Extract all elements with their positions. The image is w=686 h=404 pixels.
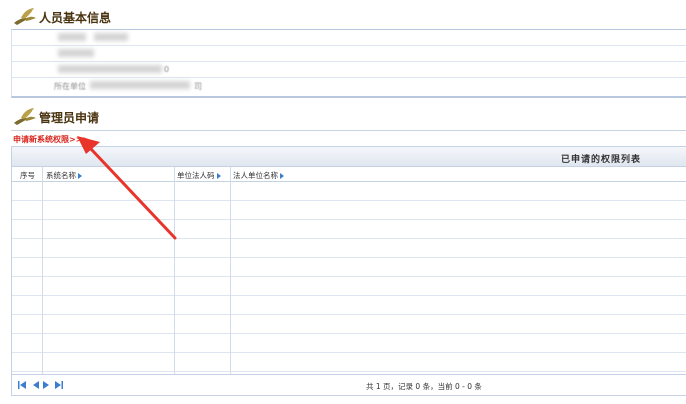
table-row (12, 353, 686, 372)
table-row (12, 296, 686, 315)
table-row (12, 334, 686, 353)
info-row (12, 46, 686, 62)
column-header-system-name[interactable]: 系统名称 (46, 170, 82, 181)
table-row (12, 258, 686, 277)
sort-arrow-icon (280, 173, 284, 179)
prev-page-icon (33, 381, 39, 389)
column-divider (42, 167, 43, 374)
table-pager: 共 1 页，记录 0 条，当前 0 - 0 条 (12, 374, 686, 395)
table-body (12, 182, 686, 372)
column-header-unit-code[interactable]: 单位法人码 (177, 170, 221, 181)
redacted-value (94, 33, 128, 41)
info-row: 0 (12, 62, 686, 78)
sort-arrow-icon (78, 173, 82, 179)
column-divider (174, 167, 175, 374)
column-header-label: 单位法人码 (177, 171, 215, 180)
basic-info-panel: 0 所在单位 司 (11, 29, 686, 98)
redacted-value (58, 65, 162, 73)
table-row (12, 201, 686, 220)
basic-info-header: 人员基本信息 (11, 4, 111, 28)
column-header-unit-name[interactable]: 法人单位名称 (233, 170, 284, 181)
redacted-value (58, 49, 94, 57)
permission-table: 已申请的权限列表 序号 系统名称 单位法人码 法人单位名称 共 1 页，记录 0… (11, 146, 686, 396)
redacted-value (90, 81, 190, 89)
admin-apply-title: 管理员申请 (39, 111, 100, 125)
first-page-button[interactable] (18, 381, 26, 389)
last-page-icon (55, 381, 63, 389)
basic-info-title: 人员基本信息 (39, 11, 112, 25)
last-page-button[interactable] (55, 381, 63, 389)
column-header-label: 法人单位名称 (233, 171, 278, 180)
info-row (12, 30, 686, 46)
info-value-tail: 司 (194, 82, 202, 91)
table-title-bar: 已申请的权限列表 (12, 147, 686, 167)
next-page-button[interactable] (42, 381, 50, 389)
column-header-label: 系统名称 (46, 171, 76, 180)
admin-apply-header: 管理员申请 (11, 104, 99, 128)
table-row (12, 182, 686, 201)
bird-logo-icon (14, 108, 36, 125)
table-row (12, 277, 686, 296)
column-divider (230, 167, 231, 374)
table-row (12, 239, 686, 258)
table-row (12, 220, 686, 239)
info-value-tail: 0 (164, 65, 170, 74)
section-divider (11, 130, 686, 131)
column-header-index[interactable]: 序号 (20, 170, 35, 181)
table-header-row: 序号 系统名称 单位法人码 法人单位名称 (12, 167, 686, 182)
next-page-icon (43, 381, 49, 389)
sort-arrow-icon (216, 173, 221, 179)
prev-page-button[interactable] (32, 381, 40, 389)
info-row: 所在单位 司 (12, 78, 686, 93)
redacted-value (58, 33, 86, 41)
bird-logo-icon (14, 8, 36, 25)
info-label: 所在单位 (54, 82, 86, 91)
pager-record-info: 共 1 页，记录 0 条，当前 0 - 0 条 (366, 382, 482, 391)
first-page-icon (18, 381, 26, 389)
table-row (12, 315, 686, 334)
table-title: 已申请的权限列表 (560, 155, 641, 165)
apply-new-permission-link[interactable]: 申请新系统权限>>> (13, 134, 89, 145)
